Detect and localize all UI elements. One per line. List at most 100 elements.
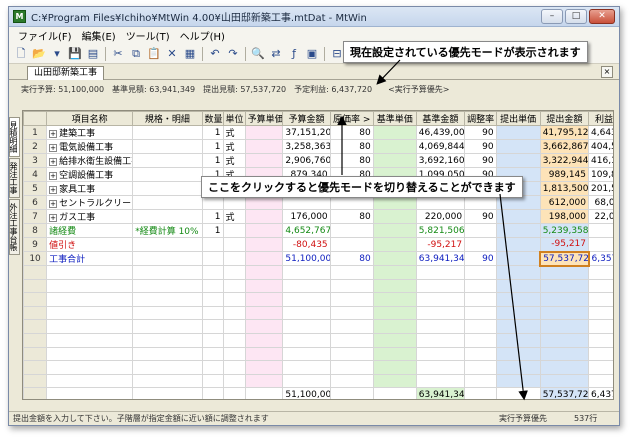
empty-cell[interactable]	[372, 292, 417, 307]
empty-cell[interactable]	[222, 292, 246, 307]
cell-spec[interactable]: *経費計算 10%	[132, 223, 203, 238]
cell-pamount[interactable]: -95,217	[539, 237, 590, 252]
cell-adj[interactable]	[464, 223, 497, 238]
cell-pamount[interactable]: 57,537,720	[539, 250, 590, 267]
cell-bamount[interactable]: 37,151,205	[282, 125, 331, 140]
empty-cell[interactable]	[46, 319, 134, 334]
side-tab-estimate[interactable]: 見積明細	[9, 117, 20, 157]
empty-cell[interactable]	[132, 319, 203, 334]
cell-bamount[interactable]: -80,435	[282, 237, 331, 252]
empty-cell[interactable]	[464, 265, 497, 280]
copy-icon[interactable]: ⧉	[128, 46, 144, 62]
cell-pamount[interactable]: 989,145	[539, 167, 590, 182]
cell-sprice[interactable]	[372, 209, 417, 224]
cell-rate[interactable]	[329, 237, 374, 252]
empty-cell[interactable]	[588, 332, 613, 348]
cell-sprice[interactable]	[372, 237, 417, 252]
empty-cell[interactable]	[132, 292, 203, 307]
undo-icon[interactable]: ↶	[207, 46, 223, 62]
cell-rate[interactable]	[329, 223, 374, 238]
cell-name[interactable]: + 空調設備工事	[46, 167, 134, 182]
empty-cell[interactable]	[495, 265, 541, 280]
cell-unit[interactable]	[222, 223, 246, 238]
cell-rate[interactable]: 80	[329, 153, 374, 168]
cell-bprice[interactable]	[244, 125, 284, 140]
empty-cell[interactable]	[415, 292, 466, 307]
cell-profit[interactable]: 22,000	[588, 209, 613, 224]
empty-cell[interactable]	[372, 278, 417, 294]
cell-sprice[interactable]	[372, 139, 417, 154]
empty-cell[interactable]	[495, 373, 541, 389]
cell-unit[interactable]	[222, 251, 246, 266]
empty-cell[interactable]	[201, 346, 224, 362]
cell-spec[interactable]	[132, 237, 203, 252]
cell-pamount[interactable]: 5,239,358	[539, 223, 590, 238]
cell-pamount[interactable]: 3,322,944	[539, 153, 590, 168]
empty-cell[interactable]	[372, 346, 417, 362]
empty-cell[interactable]	[372, 373, 417, 389]
empty-cell[interactable]	[222, 332, 246, 348]
menu-file[interactable]: ファイル(F)	[13, 28, 77, 43]
cell-bamount[interactable]: 3,258,363	[282, 139, 331, 154]
empty-cell[interactable]	[46, 360, 134, 375]
table-row[interactable]: 9 値引き -80,435 -95,217 -95,217	[23, 237, 613, 252]
cell-name[interactable]: + 電気設備工事	[46, 139, 134, 154]
empty-cell[interactable]	[539, 305, 590, 321]
formula-icon[interactable]: ƒ	[286, 46, 302, 62]
empty-cell[interactable]	[464, 346, 497, 362]
empty-cell[interactable]	[201, 373, 224, 389]
empty-cell[interactable]	[282, 278, 331, 294]
empty-cell[interactable]	[222, 265, 246, 280]
cut-icon[interactable]: ✂	[110, 46, 126, 62]
cell-pprice[interactable]	[495, 209, 541, 224]
empty-cell[interactable]	[201, 305, 224, 321]
table-row[interactable]: 2 + 電気設備工事 1 式 3,258,363 80 4,069,844 90 3,662,86…	[23, 139, 613, 154]
cell-profit[interactable]: 6,357,285	[588, 251, 613, 266]
cell-spec[interactable]	[132, 251, 203, 266]
empty-cell[interactable]	[244, 332, 284, 348]
cell-profit[interactable]: 109,805	[588, 167, 613, 182]
empty-cell[interactable]	[495, 332, 541, 348]
empty-cell[interactable]	[372, 265, 417, 280]
cell-pamount[interactable]: 41,795,123	[539, 125, 590, 140]
empty-cell[interactable]	[282, 346, 331, 362]
empty-cell[interactable]	[415, 360, 466, 375]
empty-row[interactable]	[23, 360, 613, 375]
empty-cell[interactable]	[244, 278, 284, 294]
empty-cell[interactable]	[132, 373, 203, 389]
empty-cell[interactable]	[201, 278, 224, 294]
empty-cell[interactable]	[46, 305, 134, 321]
cell-profit[interactable]: 404,504	[588, 139, 613, 154]
empty-cell[interactable]	[132, 278, 203, 294]
empty-cell[interactable]	[201, 292, 224, 307]
cell-spec[interactable]	[132, 209, 203, 224]
cell-sprice[interactable]	[372, 251, 417, 266]
cell-sprice[interactable]	[372, 223, 417, 238]
empty-cell[interactable]	[46, 292, 134, 307]
cell-bprice[interactable]	[244, 251, 284, 266]
cell-rate[interactable]: 80	[329, 139, 374, 154]
cell-spec[interactable]	[132, 167, 203, 182]
paste-icon[interactable]: 📋	[146, 46, 162, 62]
table-row[interactable]: 8 諸経費 *経費計算 10% 1 4,652,767 5,821,506 5,239,35…	[23, 223, 613, 238]
empty-cell[interactable]	[588, 346, 613, 362]
cell-profit[interactable]: 4,643,918	[588, 125, 613, 140]
empty-cell[interactable]	[539, 346, 590, 362]
cell-qty[interactable]	[201, 251, 224, 266]
empty-cell[interactable]	[282, 292, 331, 307]
cell-qty[interactable]: 1	[201, 125, 224, 140]
empty-cell[interactable]	[415, 278, 466, 294]
empty-cell[interactable]	[46, 346, 134, 362]
menu-help[interactable]: ヘルプ(H)	[175, 28, 230, 43]
cell-pprice[interactable]	[495, 125, 541, 140]
cell-unit[interactable]: 式	[222, 139, 246, 154]
cell-samount[interactable]: 3,692,160	[415, 153, 466, 168]
cell-bamount[interactable]: 2,906,760	[282, 153, 331, 168]
empty-cell[interactable]	[222, 373, 246, 389]
insert-icon[interactable]: ▦	[182, 46, 198, 62]
empty-cell[interactable]	[539, 332, 590, 348]
empty-cell[interactable]	[329, 265, 374, 280]
cell-pamount[interactable]: 1,813,500	[539, 181, 590, 196]
cell-samount[interactable]: 4,069,844	[415, 139, 466, 154]
empty-cell[interactable]	[588, 265, 613, 280]
